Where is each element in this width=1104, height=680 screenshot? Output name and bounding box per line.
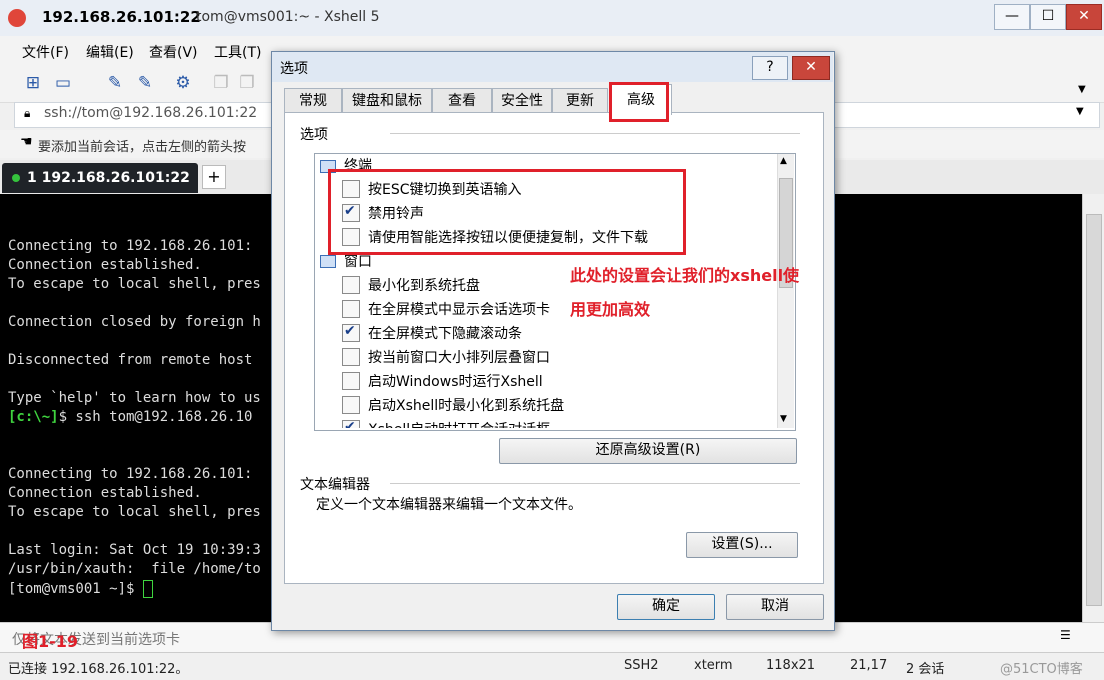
checkbox-minimize-tray[interactable] [342,276,360,294]
window-title-host: 192.168.26.101:22 [42,8,201,26]
pointer-icon: ☚ [20,134,33,150]
status-cursor-position: 21,17 [850,658,888,673]
option-label: 在全屏模式下隐藏滚动条 [368,326,522,342]
hint-text: 要添加当前会话，点击左侧的箭头按 [38,140,247,155]
send-bar-menu-icon[interactable]: ☰ [1060,628,1071,642]
lock-icon: 🔒︎ [24,106,31,120]
partial-option-row: Xshell启动时打开会话对话框 [342,418,778,428]
restore-advanced-settings-button[interactable]: 还原高级设置(R) [499,438,797,464]
terminal-line: Connection established. [8,485,202,501]
pen-disabled-icon: ✎ [137,73,153,93]
checkbox-run-on-windows-start[interactable] [342,372,360,390]
terminal-scrollbar-thumb[interactable] [1086,214,1102,606]
option-label: Xshell启动时打开会话对话框 [368,419,550,428]
add-tab-button[interactable]: + [202,165,226,189]
group-divider [390,133,800,134]
minimize-button[interactable]: — [994,4,1030,30]
paste-icon: ❐ [239,73,255,93]
new-session-icon[interactable]: ⊞ [22,72,44,94]
terminal-line: /usr/bin/xauth: file /home/to [8,561,261,577]
dialog-title: 选项 [280,61,308,77]
terminal-prompt-line: [c:\~]$ ssh tom@192.168.26.10 [8,409,252,425]
connected-status-icon [12,174,20,182]
dialog-help-button[interactable]: ? [752,56,788,80]
pen-icon[interactable]: ✎ [104,72,126,94]
copy-icon: ❐ [213,73,229,93]
figure-label: 图1-19 [22,632,79,651]
dialog-titlebar [272,52,833,82]
status-terminal-size: 118x21 [766,658,816,673]
terminal-line: Connection closed by foreign h [8,314,261,330]
terminal-command: $ ssh tom@192.168.26.10 [58,409,253,425]
scroll-down-icon[interactable]: ▼ [780,414,787,424]
open-folder-icon[interactable]: ▭ [52,72,74,94]
terminal-line: Last login: Sat Oct 19 10:39:3 [8,542,261,558]
option-label: 在全屏模式中显示会话选项卡 [368,302,550,318]
advanced-tab-highlight-box [609,82,669,122]
option-label: 按当前窗口大小排列层叠窗口 [368,350,550,366]
session-tab-label: 1 192.168.26.101:22 [27,170,190,186]
terminal-line: Type `help' to learn how to us [8,390,261,406]
status-protocol: SSH2 [624,658,659,673]
scroll-up-icon[interactable]: ▲ [780,156,787,166]
tab-keyboard-mouse[interactable]: 键盘和鼠标 [342,88,432,113]
menu-view[interactable]: 查看(V) [149,42,198,62]
status-terminal-type: xterm [694,658,733,673]
menu-edit[interactable]: 编辑(E) [86,42,134,62]
terminal-line: To escape to local shell, pres [8,504,261,520]
address-input-value: ssh://tom@192.168.26.101:22 [44,105,258,121]
window-title: tom@vms001:~ - Xshell 5 [196,9,380,25]
menu-file[interactable]: 文件(F) [22,42,69,62]
tab-security[interactable]: 安全性 [492,88,552,113]
terminal-line: Disconnected from remote host [8,352,253,368]
tab-general[interactable]: 常规 [284,88,342,113]
text-editor-description: 定义一个文本编辑器来编辑一个文本文件。 [316,497,582,513]
menu-tools[interactable]: 工具(T) [214,42,261,62]
status-connection: 已连接 192.168.26.101:22。 [8,662,189,677]
properties-gear-icon[interactable]: ⚙ [172,72,194,94]
option-label: 启动Windows时运行Xshell [368,374,543,390]
tab-view[interactable]: 查看 [432,88,492,113]
options-group-label: 选项 [300,127,328,143]
dialog-close-button[interactable]: ✕ [792,56,830,80]
toolbar-dropdown-icon[interactable]: ▼ [1078,84,1086,95]
terminal-current-line: [tom@vms001 ~]$ [8,580,153,598]
editor-settings-button[interactable]: 设置(S)... [686,532,798,558]
status-session-count: 2 会话 [906,662,945,677]
local-prompt: [c:\~] [8,409,59,425]
checkbox-fullscreen-hide-scrollbar[interactable] [342,323,360,342]
terminal-line: Connecting to 192.168.26.101: [8,466,253,482]
cancel-button[interactable]: 取消 [726,594,824,620]
checkbox-cascade-windows[interactable] [342,348,360,366]
group-divider [390,483,800,484]
xshell-app-icon [8,9,26,27]
text-editor-group-label: 文本编辑器 [300,477,370,493]
tab-update[interactable]: 更新 [552,88,608,113]
option-label: 启动Xshell时最小化到系统托盘 [368,398,565,414]
maximize-button[interactable]: ☐ [1030,4,1066,30]
terminal-line: Connecting to 192.168.26.101: [8,238,253,254]
address-dropdown-icon[interactable]: ▼ [1076,106,1084,117]
terminal-line: To escape to local shell, pres [8,276,261,292]
checkbox-fullscreen-tabs[interactable] [342,300,360,318]
ok-button[interactable]: 确定 [617,594,715,620]
option-label: 最小化到系统托盘 [368,278,480,294]
annotation-text-line1: 此处的设置会让我们的xshell使 [570,266,800,285]
terminal-cursor [142,580,153,598]
checkbox-start-minimized[interactable] [342,396,360,414]
annotation-text-line2: 用更加高效 [570,300,651,319]
status-watermark: @51CTO博客 [1000,662,1083,677]
checkbox-open-session-dialog[interactable] [342,419,360,428]
remote-prompt: [tom@vms001 ~]$ [8,581,143,597]
terminal-line: Connection established. [8,257,202,273]
terminal-options-highlight-box [328,169,686,255]
close-button[interactable]: ✕ [1066,4,1102,30]
window-icon [320,255,336,268]
